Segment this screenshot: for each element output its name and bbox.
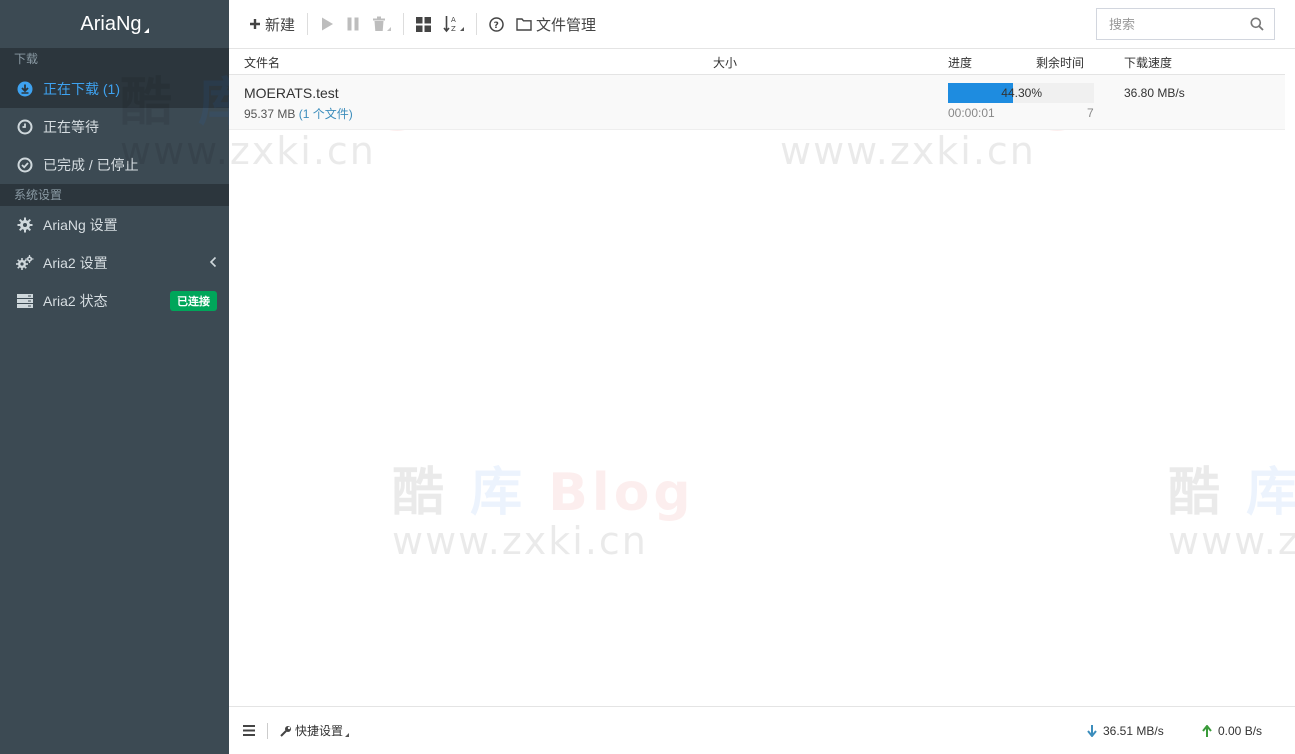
arrow-up-icon	[1202, 725, 1212, 737]
svg-text:A: A	[451, 16, 456, 24]
toolbar: 新建 AZ ? 文件管理	[229, 0, 1295, 49]
gears-icon	[16, 254, 34, 272]
task-download-speed: 36.80 MB/s	[1124, 86, 1185, 100]
select-all-button[interactable]	[410, 9, 437, 39]
sidebar-item-stopped[interactable]: 已完成 / 已停止	[0, 146, 229, 184]
toolbar-divider	[476, 13, 478, 35]
file-manager-button[interactable]: 文件管理	[510, 9, 602, 39]
task-name[interactable]: MOERATS.test	[244, 85, 339, 101]
caret-icon	[387, 27, 392, 31]
help-icon: ?	[489, 16, 504, 32]
column-header-name[interactable]: 文件名	[244, 54, 280, 71]
trash-icon	[373, 16, 386, 31]
check-circle-icon	[16, 156, 34, 174]
global-download-speed: 36.51 MB/s	[1087, 724, 1164, 738]
svg-text:?: ?	[494, 21, 499, 31]
sidebar-item-waiting[interactable]: 正在等待	[0, 108, 229, 146]
sort-button[interactable]: AZ	[437, 9, 470, 39]
svg-text:Z: Z	[451, 25, 456, 33]
search-icon[interactable]	[1250, 17, 1264, 31]
start-button[interactable]	[314, 9, 340, 39]
sort-alpha-icon: AZ	[443, 16, 456, 33]
sidebar-header-download: 下载	[0, 48, 229, 70]
chevron-left-icon	[209, 255, 217, 271]
folder-icon	[516, 18, 532, 31]
brand-caret-icon	[143, 27, 149, 33]
help-button[interactable]: ?	[483, 9, 510, 39]
menu-toggle-button[interactable]	[243, 725, 255, 736]
sidebar-item-ariang-settings[interactable]: AriaNg 设置	[0, 206, 229, 244]
sidebar-item-aria2-status[interactable]: Aria2 状态 已连接	[0, 282, 229, 320]
column-header-remaining[interactable]: 剩余时间	[1036, 54, 1084, 71]
sidebar: AriaNg 下载 正在下载 (1) 正在等待 已完成 / 已停止 系统设置 A…	[0, 0, 229, 754]
footer-divider	[267, 722, 268, 739]
play-icon	[322, 17, 334, 31]
sidebar-item-label: 正在等待	[43, 119, 99, 135]
column-header-progress[interactable]: 进度	[948, 54, 972, 71]
task-size: 95.37 MB (1 个文件)	[244, 105, 353, 122]
search-box[interactable]	[1096, 8, 1275, 40]
server-icon	[16, 292, 34, 310]
quick-settings-button[interactable]: 快捷设置	[280, 722, 350, 739]
new-task-button[interactable]: 新建	[243, 9, 301, 39]
sidebar-item-label: 正在下载 (1)	[43, 81, 120, 97]
progress-bar: 44.30%	[948, 83, 1094, 103]
task-table-header: 文件名 大小 进度 剩余时间 下载速度	[229, 49, 1285, 75]
sidebar-item-label: Aria2 设置	[43, 255, 108, 271]
task-row[interactable]: MOERATS.test 95.37 MB (1 个文件) 44.30% 00:…	[229, 75, 1285, 130]
grid-icon	[416, 16, 432, 32]
status-badge: 已连接	[170, 291, 217, 311]
column-header-size[interactable]: 大小	[713, 54, 737, 71]
sidebar-item-aria2-settings[interactable]: Aria2 设置	[0, 244, 229, 282]
quick-settings-label: 快捷设置	[295, 724, 344, 738]
caret-icon	[345, 732, 350, 737]
delete-button[interactable]	[366, 9, 397, 39]
arrow-down-icon	[1087, 725, 1097, 737]
task-files-link[interactable]: (1 个文件)	[299, 107, 353, 121]
wrench-icon	[280, 725, 291, 737]
sidebar-item-label: 已完成 / 已停止	[43, 157, 139, 173]
search-input[interactable]	[1109, 16, 1239, 32]
pause-icon	[347, 17, 359, 31]
plus-icon	[250, 19, 260, 29]
toolbar-divider	[403, 13, 405, 35]
gear-icon	[16, 216, 34, 234]
status-bar: 快捷设置 36.51 MB/s 0.00 B/s	[229, 706, 1295, 754]
column-header-speed[interactable]: 下载速度	[1124, 54, 1172, 71]
caret-icon	[460, 27, 465, 31]
pause-button[interactable]	[340, 9, 366, 39]
toolbar-divider	[307, 13, 309, 35]
brand-menu[interactable]: AriaNg	[0, 0, 229, 48]
sidebar-header-settings: 系统设置	[0, 184, 229, 206]
global-upload-speed: 0.00 B/s	[1202, 724, 1262, 738]
task-size-value: 95.37 MB	[244, 107, 296, 121]
sidebar-item-label: AriaNg 设置	[43, 217, 118, 233]
download-speed-value: 36.51 MB/s	[1103, 724, 1164, 738]
task-connections: 7	[1087, 106, 1094, 120]
sidebar-item-label: Aria2 状态	[43, 293, 108, 309]
download-circle-icon	[16, 80, 34, 98]
watermark: 酷 库 www.zxki.cn	[1168, 463, 1295, 563]
clock-icon	[16, 118, 34, 136]
new-task-label: 新建	[265, 16, 296, 34]
upload-speed-value: 0.00 B/s	[1218, 724, 1263, 738]
brand-title: AriaNg	[80, 12, 142, 35]
sidebar-item-downloading[interactable]: 正在下载 (1)	[0, 70, 229, 108]
file-manager-label: 文件管理	[536, 16, 597, 34]
task-elapsed-time: 00:00:01	[948, 106, 995, 120]
hamburger-icon	[243, 725, 255, 736]
watermark: 酷 库 Blog www.zxki.cn	[392, 463, 695, 563]
progress-text: 44.30%	[1001, 86, 1042, 100]
